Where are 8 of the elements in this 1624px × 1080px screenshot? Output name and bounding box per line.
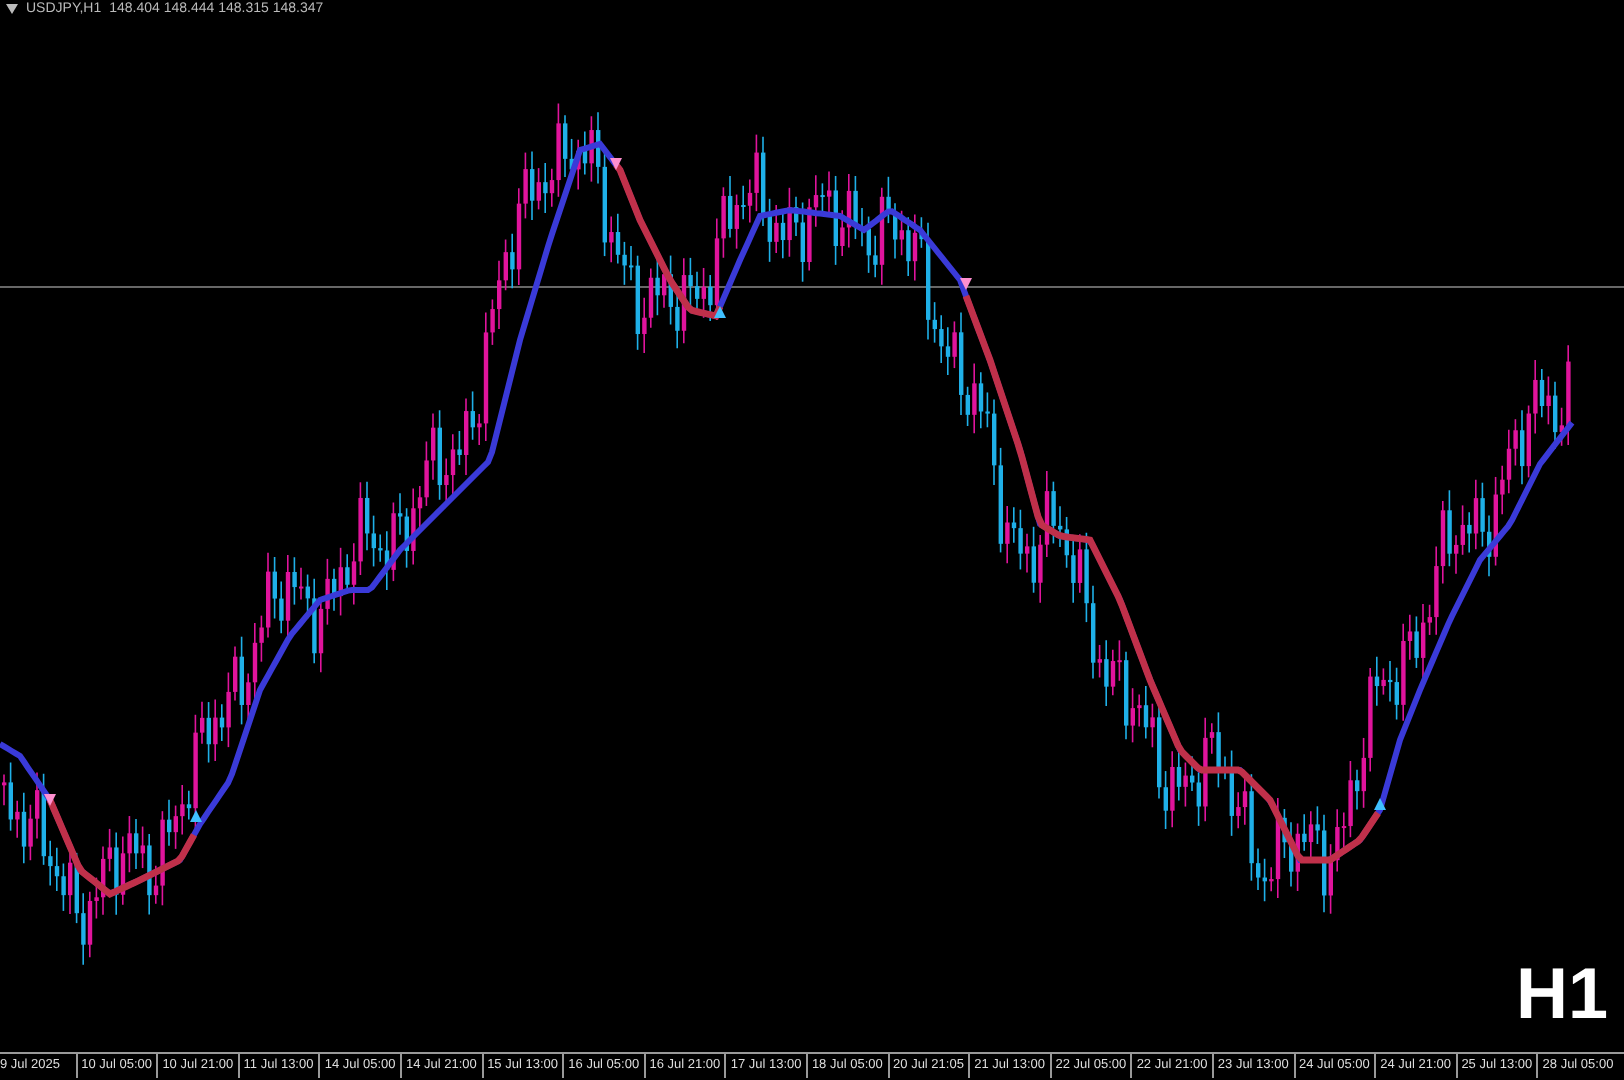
up-arrow-icon [1374, 798, 1386, 810]
down-arrow-icon [960, 278, 972, 290]
caret-icon[interactable] [6, 4, 18, 14]
down-arrow-icon [610, 158, 622, 170]
timeframe-label: H1 [1515, 952, 1608, 1036]
up-arrow-icon [190, 810, 202, 822]
down-arrow-icon [44, 794, 56, 806]
up-arrow-icon [714, 306, 726, 318]
